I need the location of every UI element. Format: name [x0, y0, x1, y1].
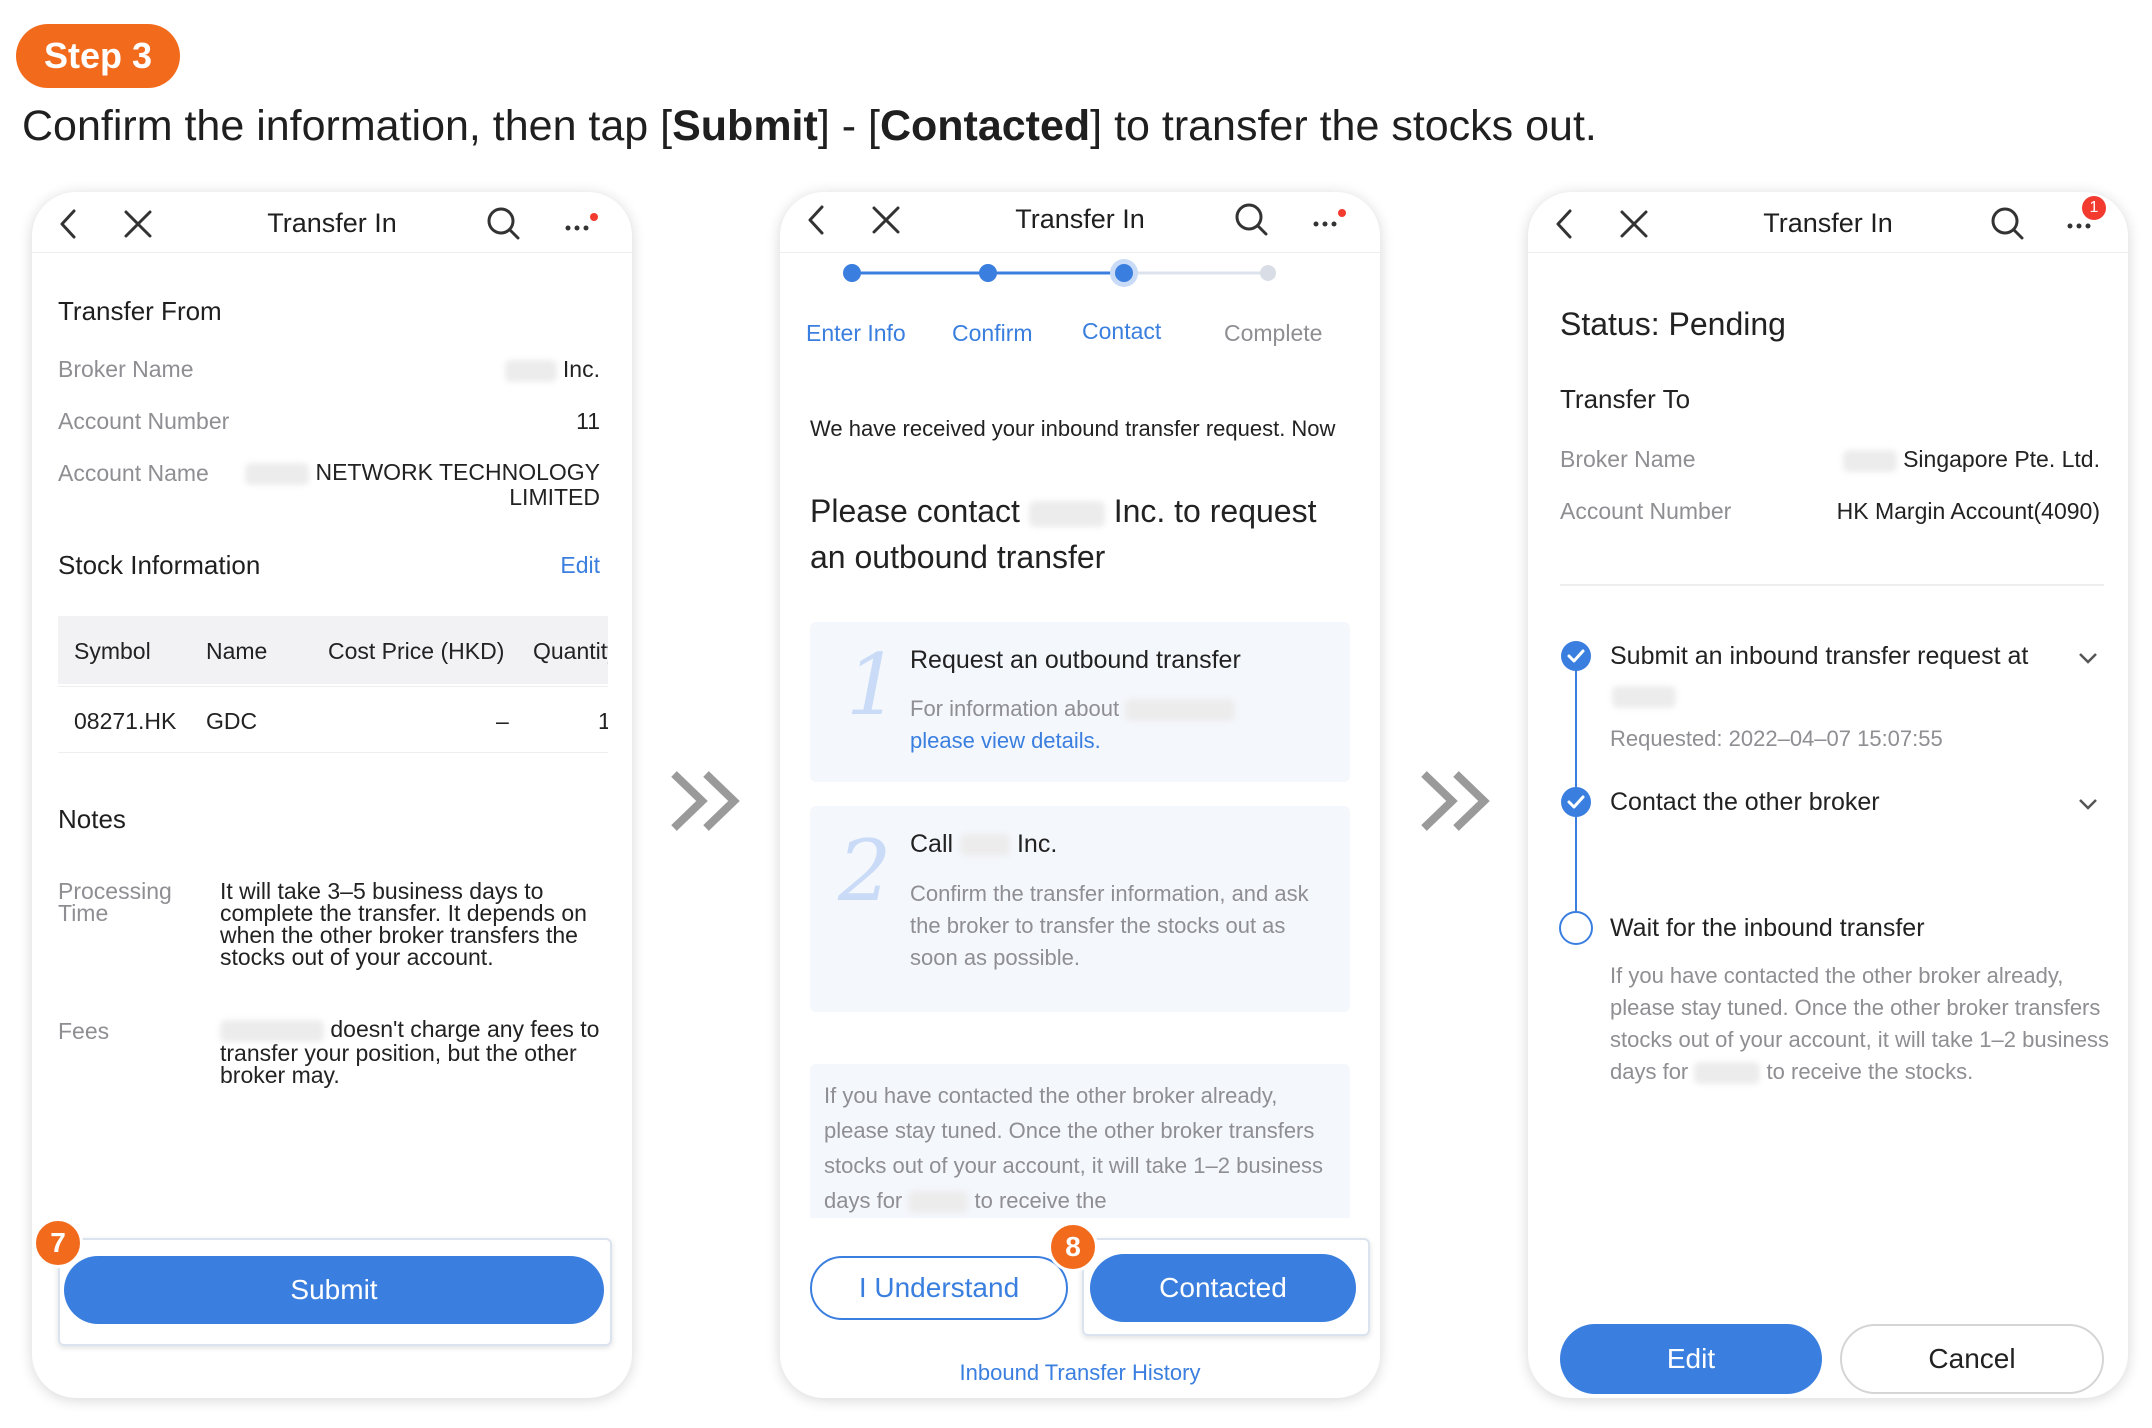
account-name-label: Account Name [58, 460, 209, 486]
broker-name-value: Inc. [504, 356, 600, 383]
cell-quantity: 10 [598, 708, 608, 734]
view-details-link[interactable]: please view details. [910, 728, 1101, 754]
search-icon[interactable] [486, 206, 520, 240]
step-contact: Contact [1082, 318, 1162, 344]
fees-label: Fees [58, 1018, 110, 1044]
phone-screen-1: Transfer In Transfer From Broker Name In… [32, 192, 632, 1398]
more-icon[interactable] [1310, 208, 1350, 232]
account-number-value: HK Margin Account(4090) [1836, 498, 2100, 524]
col-quantity: Quantity [533, 638, 608, 664]
account-name-value: NETWORK TECHNOLOGY LIMITED [245, 460, 600, 509]
cell-symbol: 08271.HK [74, 708, 177, 734]
search-icon[interactable] [1234, 202, 1268, 236]
processing-time-text: It will take 3–5 business days to comple… [220, 878, 587, 970]
step-card-1: 1 Request an outbound transfer For infor… [810, 622, 1350, 782]
col-symbol: Symbol [74, 638, 151, 664]
timeline-step-wait: Wait for the inbound transfer [1610, 914, 1925, 942]
section-transfer-from: Transfer From [58, 296, 222, 326]
timeline-step-contact: Contact the other broker [1610, 788, 1880, 816]
edit-button[interactable]: Edit [1560, 1324, 1822, 1394]
cell-name: GDC [206, 708, 258, 734]
page-title: Transfer In [1763, 208, 1893, 238]
section-notes: Notes [58, 804, 126, 834]
inbound-transfer-history-link[interactable]: Inbound Transfer History [780, 1360, 1380, 1386]
search-icon[interactable] [1990, 206, 2024, 240]
nav-bar: Transfer In [780, 192, 1380, 253]
instruction-contacted: Contacted [879, 102, 1091, 150]
contacted-note: If you have contacted the other broker a… [810, 1064, 1350, 1224]
status-text: Status: Pending [1560, 306, 1786, 342]
processing-time-label: Processing Time [58, 878, 172, 926]
contacted-button[interactable]: Contacted [1090, 1254, 1356, 1322]
edit-link[interactable]: Edit [560, 552, 600, 579]
page-title: Transfer In [267, 208, 397, 238]
phone-screen-3: Transfer In 1 Status: Pending Transfer T… [1528, 192, 2128, 1398]
progress-stepper [843, 259, 1276, 287]
cancel-button[interactable]: Cancel [1840, 1324, 2104, 1394]
fees-text: doesn't charge any fees to transfer your… [220, 1016, 600, 1088]
stock-table: Symbol Name Cost Price (HKD) Quantity 08… [58, 616, 608, 786]
step-badge-8: 8 [1048, 1222, 1098, 1272]
nav-bar: Transfer In 1 [1528, 192, 2128, 253]
broker-name-label: Broker Name [1560, 446, 1696, 472]
understand-button[interactable]: I Understand [810, 1256, 1068, 1320]
col-cost-price: Cost Price (HKD) [328, 638, 505, 664]
double-chevron-icon-1 [671, 771, 740, 831]
wait-description: If you have contacted the other broker a… [1610, 963, 2109, 1085]
phone-screen-2: Transfer In Enter Info Confirm Contact C… [780, 192, 1380, 1398]
step-badge: Step 3 [16, 24, 180, 88]
step-complete: Complete [1224, 320, 1323, 346]
check-circle-icon [1561, 641, 1591, 671]
notification-badge: 1 [2082, 196, 2106, 220]
chevron-down-icon[interactable] [2078, 652, 2098, 666]
redacted-broker [1612, 686, 1676, 708]
cell-cost: – [496, 708, 509, 734]
page-title: Transfer In [1015, 204, 1145, 234]
pending-circle-icon [1559, 911, 1593, 945]
instruction-submit: Submit [672, 102, 818, 150]
chevron-down-icon[interactable] [2078, 798, 2098, 812]
timeline-step-submit: Submit an inbound transfer request at [1610, 642, 2029, 670]
instruction-text: Confirm the information, then tap [Submi… [22, 102, 1597, 150]
double-chevron-icon-2 [1421, 771, 1490, 831]
submit-button[interactable]: Submit [64, 1256, 604, 1324]
step-badge-7: 7 [33, 1218, 83, 1268]
broker-name-label: Broker Name [58, 356, 194, 382]
step-confirm: Confirm [952, 320, 1033, 346]
contact-heading: Please contact Inc. to request an outbou… [810, 493, 1317, 575]
step-enter-info: Enter Info [806, 320, 906, 346]
section-stock-info: Stock Information [58, 550, 261, 580]
nav-bar: Transfer In [32, 192, 632, 253]
check-circle-icon [1561, 787, 1591, 817]
account-number-value: 11 [576, 408, 600, 434]
more-icon[interactable] [2066, 218, 2094, 232]
requested-time: Requested: 2022–04–07 15:07:55 [1610, 726, 1943, 751]
broker-name-value: Singapore Pte. Ltd. [1842, 446, 2100, 473]
received-text: We have received your inbound transfer r… [810, 416, 1336, 441]
account-number-label: Account Number [58, 408, 230, 434]
more-icon[interactable] [562, 212, 602, 236]
account-number-label: Account Number [1560, 498, 1732, 524]
section-transfer-to: Transfer To [1560, 384, 1691, 414]
col-name: Name [206, 638, 268, 664]
step-card-2: 2 Call Inc. Confirm the transfer informa… [810, 806, 1350, 1012]
